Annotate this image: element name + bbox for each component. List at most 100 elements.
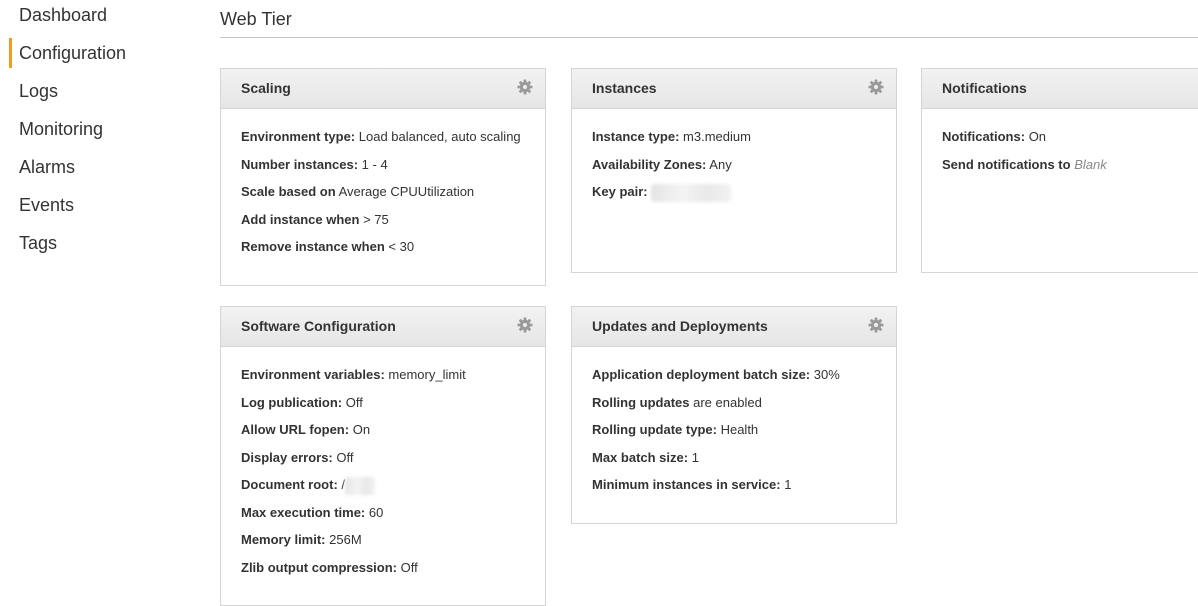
title-divider (220, 37, 1198, 38)
notifications-panel: Notifications Notifications: On Send not… (921, 68, 1198, 273)
config-value: Blank (1074, 156, 1107, 172)
panel-body: Notifications: On Send notifications to … (942, 128, 1198, 183)
config-value: 30% (813, 367, 840, 382)
gear-icon[interactable] (517, 79, 533, 95)
config-value: 256M (329, 532, 362, 547)
config-row: Max batch size: 1 (592, 449, 886, 477)
config-label: Zlib output compression: (241, 559, 397, 575)
gear-icon[interactable] (517, 317, 533, 333)
config-row: Display errors: Off (241, 449, 535, 477)
panel-title: Software Configuration (241, 318, 396, 334)
instances-panel: Instances Instance type: m3.medium Avail… (571, 68, 897, 273)
sidebar-item-monitoring[interactable]: Monitoring (9, 114, 189, 144)
config-row: Environment variables: memory_limit (241, 366, 535, 394)
panel-title: Notifications (942, 80, 1027, 96)
sidebar-item-configuration[interactable]: Configuration (9, 38, 189, 68)
config-label: Rolling update type: (592, 422, 717, 437)
page-title: Web Tier (220, 9, 292, 29)
config-row: Remove instance when < 30 (241, 238, 535, 266)
panel-body: Environment variables: memory_limit Log … (241, 366, 535, 586)
config-value: On (352, 422, 371, 437)
config-value: Health (720, 422, 759, 437)
config-label: Max execution time: (241, 504, 366, 520)
panel-header: Software Configuration (221, 307, 545, 347)
config-label: Key pair: (592, 184, 648, 199)
config-label: Notifications: (942, 129, 1026, 144)
config-row: Key pair: (592, 183, 886, 211)
config-row: Log publication: Off (241, 394, 535, 422)
config-label: Minimum instances in service: (592, 477, 781, 492)
panel-title: Updates and Deployments (592, 318, 768, 334)
gear-icon[interactable] (868, 317, 884, 333)
config-label: Remove instance when (241, 239, 385, 254)
config-row: Minimum instances in service: 1 (592, 476, 886, 504)
sidebar-item-tags[interactable]: Tags (9, 228, 189, 258)
scaling-panel: Scaling Environment type: Load balanced,… (220, 68, 546, 286)
config-value: < 30 (388, 239, 415, 254)
panel-header: Instances (572, 69, 896, 109)
config-label: Document root: (241, 477, 338, 492)
config-value: 1 - 4 (361, 156, 388, 172)
panel-title: Scaling (241, 80, 291, 96)
config-row: Add instance when > 75 (241, 211, 535, 239)
updates-deployments-panel: Updates and Deployments Application depl… (571, 306, 897, 524)
config-label: Application deployment batch size: (592, 367, 811, 382)
config-label: Number instances: (241, 156, 359, 172)
gear-icon[interactable] (868, 79, 884, 95)
config-label: Max batch size: (592, 449, 689, 465)
config-row: Document root: / (241, 476, 535, 504)
config-label: Environment type: (241, 129, 356, 144)
config-row: Rolling update type: Health (592, 421, 886, 449)
panel-header: Updates and Deployments (572, 307, 896, 347)
config-value: Average CPUUtilization (338, 184, 475, 199)
sidebar-item-alarms[interactable]: Alarms (9, 152, 189, 182)
config-value: 1 (784, 477, 792, 492)
sidebar-item-dashboard[interactable]: Dashboard (9, 0, 189, 30)
config-row: Number instances: 1 - 4 (241, 156, 535, 184)
config-label: Availability Zones: (592, 156, 707, 172)
config-value: 60 (368, 504, 384, 520)
software-configuration-panel: Software Configuration Environment varia… (220, 306, 546, 606)
config-row: Notifications: On (942, 128, 1198, 156)
config-value: m3.medium (683, 129, 751, 144)
config-row: Max execution time: 60 (241, 504, 535, 532)
config-value: Any (709, 156, 732, 172)
config-label: Instance type: (592, 129, 680, 144)
config-value: > 75 (363, 211, 389, 227)
panel-title: Instances (592, 80, 657, 96)
config-row: Scale based on Average CPUUtilization (241, 183, 535, 211)
config-row: Allow URL fopen: On (241, 421, 535, 449)
config-value: 1 (691, 449, 699, 465)
config-label: Scale based on (241, 184, 336, 199)
config-row: Instance type: m3.medium (592, 128, 886, 156)
config-row: Memory limit: 256M (241, 531, 535, 559)
panel-body: Instance type: m3.medium Availability Zo… (592, 128, 886, 211)
config-value: Off (345, 394, 363, 410)
config-value: are enabled (693, 394, 762, 410)
panel-body: Environment type: Load balanced, auto sc… (241, 128, 535, 266)
config-row: Send notifications to Blank (942, 156, 1198, 184)
redacted-value (345, 476, 376, 495)
sidebar-nav: Dashboard Configuration Logs Monitoring … (0, 0, 200, 585)
config-label: Add instance when (241, 211, 360, 227)
sidebar-item-events[interactable]: Events (9, 190, 189, 220)
config-value: Off (400, 559, 418, 575)
config-row: Environment type: Load balanced, auto sc… (241, 128, 535, 156)
config-label: Allow URL fopen: (241, 422, 350, 437)
config-label: Environment variables: (241, 367, 385, 382)
config-value: Off (336, 449, 354, 465)
panel-header: Scaling (221, 69, 545, 109)
config-row: Availability Zones: Any (592, 156, 886, 184)
sidebar-item-logs[interactable]: Logs (9, 76, 189, 106)
panel-body: Application deployment batch size: 30% R… (592, 366, 886, 504)
panel-header: Notifications (922, 69, 1198, 109)
redacted-value (651, 183, 732, 202)
config-label: Send notifications to (942, 156, 1071, 172)
config-value: Load balanced, auto scaling (358, 129, 521, 144)
config-label: Memory limit: (241, 532, 326, 547)
config-label: Log publication: (241, 394, 343, 410)
config-value: On (1028, 129, 1047, 144)
config-row: Zlib output compression: Off (241, 559, 535, 587)
config-label: Display errors: (241, 449, 333, 465)
config-label: Rolling updates (592, 394, 690, 410)
